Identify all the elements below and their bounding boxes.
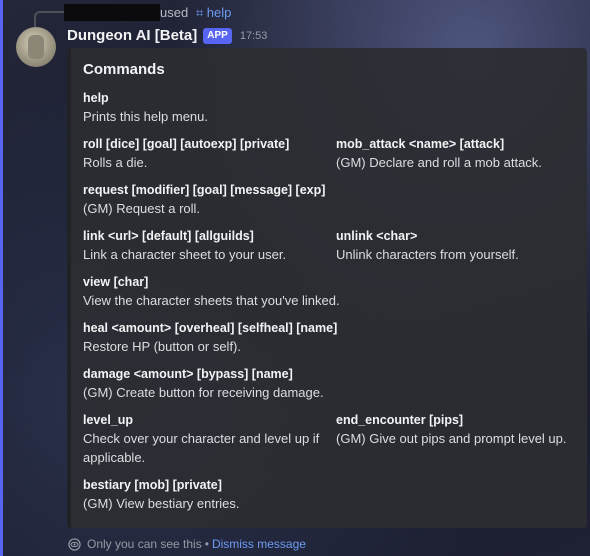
message-header: Dungeon AI [Beta] APP 17:53 (67, 27, 267, 44)
field-value: Restore HP (button or self). (83, 339, 241, 354)
field-value: Prints this help menu. (83, 109, 209, 124)
field-unlink: unlink <char> Unlink characters from you… (336, 227, 586, 264)
bot-username[interactable]: Dungeon AI [Beta] (67, 27, 197, 44)
field-name: link <url> [default] [allguilds] (83, 229, 254, 243)
field-level-up: level_up Check over your character and l… (83, 411, 331, 467)
field-link: link <url> [default] [allguilds] Link a … (83, 227, 328, 264)
field-name: help (83, 91, 109, 105)
field-value: (GM) Give out pips and prompt level up. (336, 431, 567, 446)
footer-separator: • (204, 537, 209, 551)
field-name: level_up (83, 413, 134, 427)
field-value: Rolls a die. (83, 155, 148, 170)
field-heal: heal <amount> [overheal] [selfheal] [nam… (83, 319, 403, 356)
reply-command-link[interactable]: ⌗ help (196, 5, 232, 20)
eye-icon (68, 537, 81, 551)
field-value: Check over your character and level up i… (83, 431, 320, 465)
field-value: (GM) Declare and roll a mob attack. (336, 155, 542, 170)
field-name: end_encounter [pips] (336, 413, 464, 427)
field-name: request [modifier] [goal] [message] [exp… (83, 183, 326, 197)
field-request: request [modifier] [goal] [message] [exp… (83, 181, 383, 218)
field-name: view [char] (83, 275, 149, 289)
field-damage: damage <amount> [bypass] [name] (GM) Cre… (83, 365, 403, 402)
field-mob-attack: mob_attack <name> [attack] (GM) Declare … (336, 135, 586, 172)
message-timestamp[interactable]: 17:53 (240, 30, 268, 42)
field-value: View the character sheets that you've li… (83, 293, 340, 308)
slash-command-icon: ⌗ (195, 5, 204, 20)
redacted-username (64, 4, 160, 21)
visibility-text: Only you can see this (87, 537, 202, 551)
avatar[interactable] (16, 27, 56, 67)
field-value: Unlink characters from yourself. (336, 247, 519, 262)
field-name: heal <amount> [overheal] [selfheal] [nam… (83, 321, 338, 335)
reply-command-name: help (206, 5, 232, 20)
field-help: help Prints this help menu. (83, 89, 323, 126)
reply-used-text: used (160, 5, 189, 20)
field-bestiary: bestiary [mob] [private] (GM) View besti… (83, 476, 343, 513)
field-name: bestiary [mob] [private] (83, 478, 222, 492)
field-value: (GM) View bestiary entries. (83, 496, 240, 511)
dismiss-message-link[interactable]: Dismiss message (212, 537, 306, 551)
app-badge: APP (203, 27, 232, 44)
commands-embed: Commands help Prints this help menu. rol… (67, 48, 587, 528)
field-name: unlink <char> (336, 229, 418, 243)
highlight-bar (0, 0, 3, 556)
reply-connector (34, 11, 66, 27)
embed-title: Commands (83, 61, 165, 78)
field-value: (GM) Create button for receiving damage. (83, 385, 324, 400)
field-roll: roll [dice] [goal] [autoexp] [private] R… (83, 135, 328, 172)
field-view: view [char] View the character sheets th… (83, 273, 403, 310)
field-end-encounter: end_encounter [pips] (GM) Give out pips … (336, 411, 586, 448)
field-name: mob_attack <name> [attack] (336, 137, 505, 151)
reply-context: used ⌗ help (160, 5, 231, 21)
field-value: Link a character sheet to your user. (83, 247, 287, 262)
field-value: (GM) Request a roll. (83, 201, 201, 216)
ephemeral-footer: Only you can see this • Dismiss message (68, 537, 306, 551)
field-name: roll [dice] [goal] [autoexp] [private] (83, 137, 290, 151)
field-name: damage <amount> [bypass] [name] (83, 367, 293, 381)
